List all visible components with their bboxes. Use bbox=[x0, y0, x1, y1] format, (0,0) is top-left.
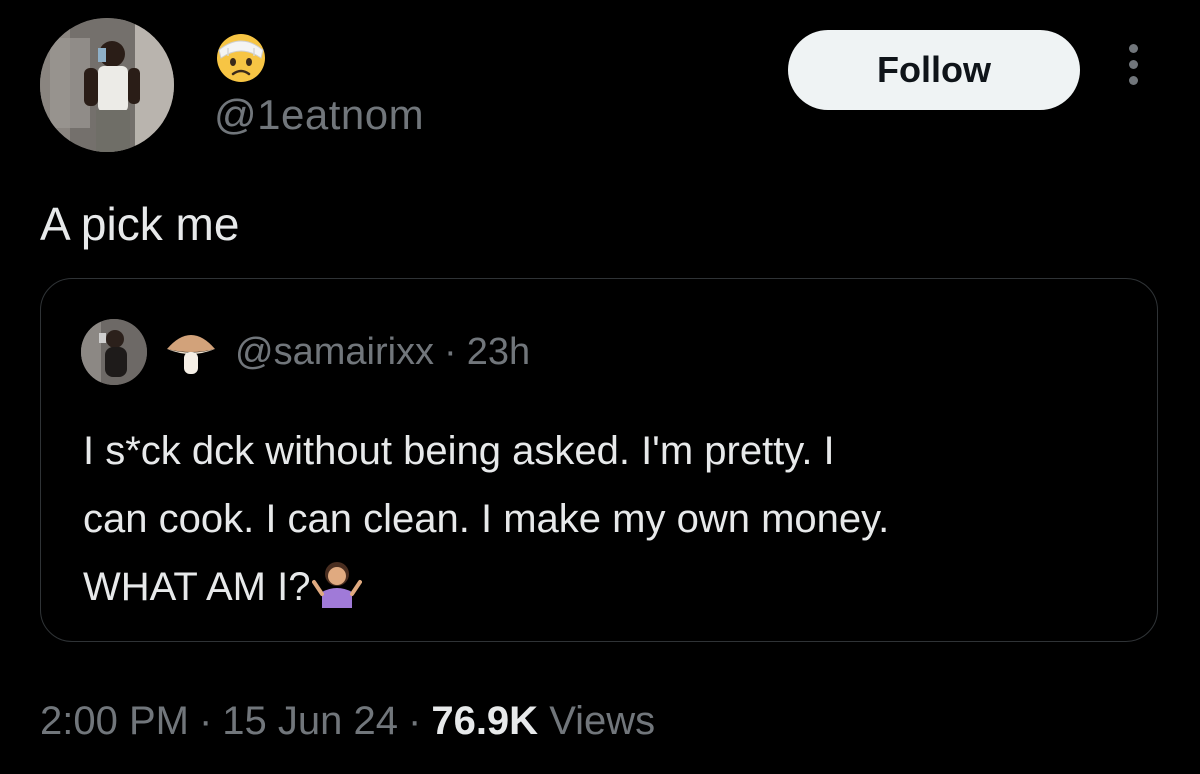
quoted-age[interactable]: 23h bbox=[467, 331, 530, 373]
tweet-date[interactable]: 15 Jun 24 bbox=[222, 699, 398, 743]
quoted-text-line: WHAT AM I? bbox=[83, 553, 1123, 621]
views-label: Views bbox=[549, 699, 656, 743]
footer-separator: · bbox=[198, 699, 213, 743]
mushroom-emoji bbox=[163, 323, 219, 379]
quoted-author-avatar[interactable] bbox=[81, 319, 147, 385]
footer-separator: · bbox=[408, 699, 422, 743]
follow-button[interactable]: Follow bbox=[788, 30, 1080, 110]
person-shrugging-emoji bbox=[312, 558, 363, 608]
more-dots-icon[interactable] bbox=[1122, 44, 1144, 94]
quoted-meta-separator: · bbox=[444, 331, 457, 373]
quoted-meta: @samairixx · 23h bbox=[235, 329, 530, 375]
quoted-text-line: I s*ck dck without being asked. I'm pret… bbox=[83, 429, 835, 473]
tweet-text: A pick me bbox=[40, 198, 240, 250]
author-avatar[interactable] bbox=[40, 18, 174, 152]
author-handle[interactable]: @1eatnom bbox=[214, 90, 424, 140]
views-count[interactable]: 76.9K bbox=[431, 699, 538, 743]
quoted-tweet-text: I s*ck dck without being asked. I'm pret… bbox=[83, 417, 1123, 621]
head-bandage-emoji bbox=[214, 30, 268, 84]
tweet-detail: @1eatnom Follow A pick me @samairixx · 23h bbox=[0, 0, 1200, 774]
quoted-text-line: can cook. I can clean. I make my own mon… bbox=[83, 497, 890, 541]
tweet-footer: 2:00 PM · 15 Jun 24 · 76.9K Views bbox=[40, 696, 655, 746]
author-avatar-photo bbox=[40, 18, 174, 152]
quoted-handle[interactable]: @samairixx bbox=[235, 331, 434, 373]
quoted-author-avatar-photo bbox=[81, 319, 147, 385]
tweet-time[interactable]: 2:00 PM bbox=[40, 699, 189, 743]
quoted-text-line-text: WHAT AM I? bbox=[83, 565, 311, 609]
quoted-tweet-card[interactable]: @samairixx · 23h I s*ck dck without being … bbox=[40, 278, 1158, 642]
